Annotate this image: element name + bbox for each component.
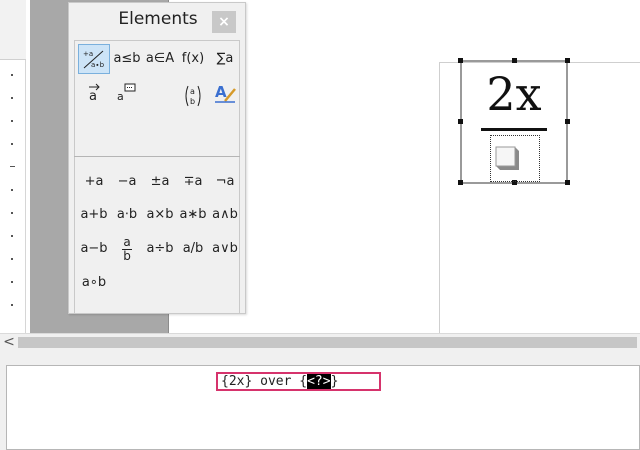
category-attributes-button[interactable]: a [78,78,110,108]
svg-text:+a: +a [83,50,93,58]
selection-handle[interactable] [565,58,570,63]
op-plusminus-a-button[interactable]: ±a [144,167,176,197]
formula-numerator: 2x [486,67,542,121]
op-a-slash-b-button[interactable]: a/b [177,234,209,264]
svg-text:a∙b: a∙b [91,61,105,69]
command-highlight-frame [216,372,381,391]
ruler-tick [11,304,13,306]
op-minusplus-a-button[interactable]: ∓a [177,167,209,197]
category-others-button[interactable]: a [111,78,143,108]
category-divider [74,156,240,157]
ruler-tick [11,120,13,122]
op-plus-a-button[interactable]: +a [78,167,110,197]
category-relations-button[interactable]: a≤b [111,44,143,74]
op-a-times-b-button[interactable]: a×b [144,200,176,230]
tooltip-others-icon: a [117,83,136,103]
category-operators-button[interactable]: ∑a [209,44,241,74]
category-functions-button[interactable]: f(x) [177,44,209,74]
op-not-a-button[interactable]: ¬a [209,167,241,197]
scroll-left-icon[interactable]: < [2,335,16,350]
op-a-plus-b-button[interactable]: a+b [78,200,110,230]
fraction-numerator: a [123,235,131,249]
ruler-tick [11,74,13,76]
svg-text:A: A [215,83,227,101]
category-brackets-button[interactable]: a b [177,78,209,108]
ruler-tick [11,235,13,237]
category-formats-button[interactable]: A [209,78,241,108]
ruler-tick [11,97,13,99]
unary-binary-icon: +a a∙b [83,50,105,69]
ruler-tick [11,212,13,214]
svg-text:a: a [89,89,97,103]
placeholder-icon [495,146,519,170]
ruler-corner [0,0,26,60]
selection-handle[interactable] [512,58,517,63]
scrollbar-thumb[interactable] [18,337,637,348]
op-a-circ-b-button[interactable]: a∘b [78,268,110,298]
selection-handle[interactable] [458,58,463,63]
category-set-operations-button[interactable]: a∈A [144,44,176,74]
selection-handle[interactable] [458,180,463,185]
op-a-and-b-button[interactable]: a∧b [209,200,241,230]
vector-attribute-icon: a [89,83,100,103]
svg-text:b: b [190,97,195,106]
brackets-binomial-icon: a b [185,85,201,107]
op-a-or-b-button[interactable]: a∨b [209,234,241,264]
pane-splitter[interactable] [0,350,640,361]
category-unary-binary-button[interactable]: +a a∙b [78,44,110,74]
fraction-line [481,128,547,131]
svg-text:a: a [190,87,195,96]
close-button[interactable]: × [212,11,236,33]
op-a-div-b-button[interactable]: a÷b [144,234,176,264]
ruler-tick [11,281,13,283]
ruler-tick [11,143,13,145]
selection-handle[interactable] [565,180,570,185]
op-a-cdot-b-button[interactable]: a⋅b [111,200,143,230]
op-fraction-button[interactable]: a b [111,234,143,264]
ruler-tick [11,258,13,260]
op-minus-a-button[interactable]: −a [111,167,143,197]
svg-text:a: a [117,90,124,103]
elements-panel: Elements × +a a∙b a≤b a∈A f(x) ∑a a a a [68,2,246,314]
horizontal-scrollbar[interactable]: < [0,333,640,350]
fraction-denominator: b [123,249,131,263]
ruler-tick [11,189,13,191]
op-a-ast-b-button[interactable]: a∗b [177,200,209,230]
op-a-minus-b-button[interactable]: a−b [78,234,110,264]
formats-icon: A [215,83,236,103]
ruler-tick [10,166,15,167]
